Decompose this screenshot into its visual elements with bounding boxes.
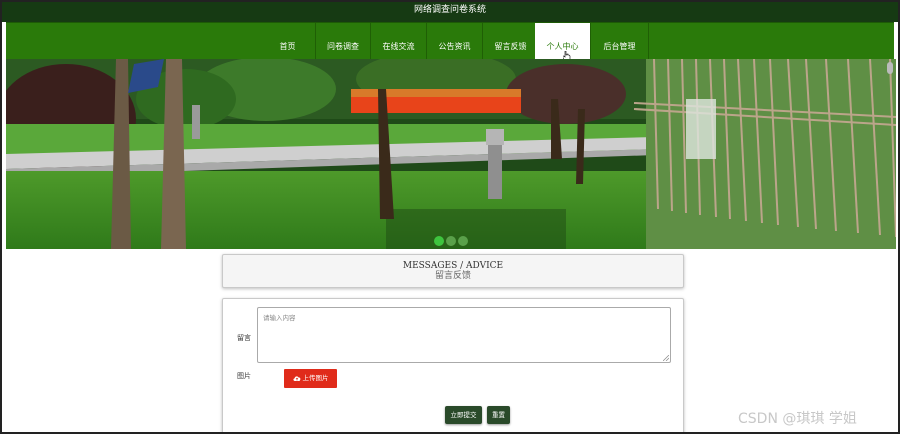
- carousel-dot-2[interactable]: [446, 236, 456, 246]
- nav-item-forum[interactable]: 在线交流: [371, 23, 427, 60]
- message-placeholder: 请输入内容: [263, 314, 296, 322]
- cloud-upload-icon: [292, 376, 300, 381]
- nav-item-admin[interactable]: 后台管理: [591, 23, 649, 60]
- upload-image-label: 上传图片: [302, 374, 329, 382]
- main-nav: 首页 问卷调查 在线交流 公告资讯 留言反馈 个人中心 后台管理: [6, 22, 894, 60]
- feedback-form: 留言 请输入内容 图片 上传图片 立即提交 重置: [222, 298, 684, 432]
- browser-viewport: 网络调查问卷系统 首页 问卷调查 在线交流 公告资讯 留言反馈 个人中心 后台管…: [0, 0, 900, 434]
- submit-button[interactable]: 立即提交: [445, 406, 482, 424]
- upload-image-button[interactable]: 上传图片: [284, 369, 337, 388]
- nav-item-home[interactable]: 首页: [260, 23, 316, 60]
- scrollbar-thumb[interactable]: [887, 62, 893, 74]
- message-label: 留言: [237, 334, 251, 342]
- hero-banner-image: [6, 59, 896, 249]
- nav-item-news[interactable]: 公告资讯: [427, 23, 483, 60]
- site-title: 网络调查问卷系统: [413, 5, 486, 15]
- carousel-dot-3[interactable]: [458, 236, 468, 246]
- resize-handle-icon[interactable]: [663, 355, 669, 361]
- section-heading-panel: MESSAGES / ADVICE 留言反馈: [222, 254, 684, 288]
- page-scrollbar[interactable]: [886, 62, 894, 432]
- csdn-watermark: CSDN @琪琪 学姐: [738, 411, 857, 427]
- nav-item-survey[interactable]: 问卷调查: [316, 23, 371, 60]
- site-title-bar: 网络调查问卷系统: [2, 2, 898, 22]
- nav-item-feedback[interactable]: 留言反馈: [483, 23, 539, 60]
- image-label: 图片: [237, 372, 251, 380]
- section-title-en: MESSAGES / ADVICE: [402, 261, 504, 271]
- reset-button[interactable]: 重置: [487, 406, 510, 424]
- message-textarea[interactable]: 请输入内容: [257, 307, 671, 363]
- carousel-dot-1[interactable]: [434, 236, 444, 246]
- section-title-cn: 留言反馈: [434, 271, 471, 281]
